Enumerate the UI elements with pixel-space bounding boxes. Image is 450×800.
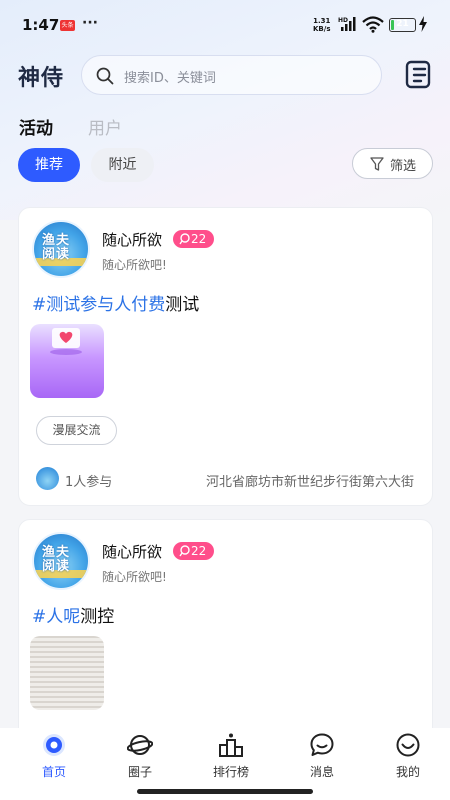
battery-level: 21 xyxy=(396,19,409,29)
heart-card-illustration xyxy=(50,328,82,355)
app-logo: 神侍 xyxy=(18,65,65,91)
post-topic[interactable]: #测试参与人付费测试 xyxy=(32,290,199,315)
nav-label-profile: 我的 xyxy=(395,765,420,779)
filter-button[interactable]: 筛选 xyxy=(352,148,433,179)
list-menu-icon[interactable] xyxy=(405,60,433,90)
search-placeholder: 搜索ID、关键词 xyxy=(124,71,216,86)
chip-nearby[interactable]: 附近 xyxy=(91,148,154,182)
level-number: 22 xyxy=(191,544,207,558)
post-image[interactable] xyxy=(30,324,104,398)
participant-count: 1人参与 xyxy=(65,475,113,490)
hashtag[interactable]: #人呢 xyxy=(32,607,80,627)
topic-text: 测试 xyxy=(165,295,200,315)
network-type-label: HD xyxy=(338,17,348,24)
nav-home[interactable]: 首页 xyxy=(24,732,84,780)
post-tag[interactable]: 漫展交流 xyxy=(36,416,117,445)
post-topic[interactable]: #人呢测控 xyxy=(32,602,114,627)
post-card[interactable]: 渔夫 阅读 随心所欲 22 随心所欲吧! #人呢测控 xyxy=(18,519,433,749)
user-bio: 随心所欲吧! xyxy=(102,570,167,584)
nav-label-circle: 圈子 xyxy=(127,765,152,779)
chat-bubble-icon xyxy=(310,733,334,756)
avatar[interactable]: 渔夫 阅读 xyxy=(32,220,90,278)
nav-circle[interactable]: 圈子 xyxy=(110,732,170,780)
level-badge: 22 xyxy=(173,230,214,248)
nav-label-messages: 消息 xyxy=(309,765,334,779)
avatar[interactable]: 渔夫 阅读 xyxy=(32,532,90,590)
filter-label: 筛选 xyxy=(390,159,417,174)
post-card[interactable]: 渔夫 阅读 随心所欲 22 随心所欲吧! #测试参与人付费测试 漫展交流 1人参与… xyxy=(18,207,433,506)
topic-text: 测控 xyxy=(80,607,115,627)
home-icon xyxy=(43,734,65,756)
avatar-image-text: 渔夫 阅读 xyxy=(42,233,71,262)
notification-badge: 头条 xyxy=(60,20,75,31)
nav-profile[interactable]: 我的 xyxy=(378,732,438,780)
nav-messages[interactable]: 消息 xyxy=(292,732,352,780)
signal-icon: HD xyxy=(338,17,356,31)
user-bio: 随心所欲吧! xyxy=(102,258,167,272)
username[interactable]: 随心所欲 xyxy=(102,541,162,562)
level-icon xyxy=(179,233,190,245)
status-time: 1:47 xyxy=(22,16,60,34)
level-number: 22 xyxy=(191,232,207,246)
podium-icon xyxy=(219,733,243,757)
nav-label-ranking: 排行榜 xyxy=(212,765,249,779)
planet-icon xyxy=(127,735,153,755)
wifi-icon xyxy=(362,16,384,33)
level-icon xyxy=(179,545,190,557)
hashtag[interactable]: #测试参与人付费 xyxy=(32,295,165,315)
network-speed-value: 1.31 xyxy=(313,17,331,25)
nav-label-home: 首页 xyxy=(41,765,66,779)
search-icon xyxy=(96,67,114,85)
funnel-icon xyxy=(370,157,384,171)
smiley-face-icon xyxy=(396,733,420,757)
network-speed: 1.31 KB/s xyxy=(313,17,330,33)
charging-icon xyxy=(419,16,427,32)
post-location: 河北省廊坊市新世纪步行街第六大街 xyxy=(205,475,414,490)
avatar-image-text: 渔夫 阅读 xyxy=(42,545,71,574)
search-input[interactable]: 搜索ID、关键词 xyxy=(81,55,382,95)
nav-ranking[interactable]: 排行榜 xyxy=(201,732,261,780)
network-speed-unit: KB/s xyxy=(313,25,331,33)
home-indicator[interactable] xyxy=(137,789,313,794)
tab-activities[interactable]: 活动 xyxy=(19,114,53,139)
level-badge: 22 xyxy=(173,542,214,560)
chip-recommended[interactable]: 推荐 xyxy=(18,148,80,182)
status-bar: 1:47 头条 ··· 1.31 KB/s HD 21 xyxy=(0,0,450,50)
tab-users[interactable]: 用户 xyxy=(88,114,122,139)
battery-icon: 21 xyxy=(389,18,416,32)
more-notifications-icon: ··· xyxy=(82,15,98,31)
participant-avatar xyxy=(36,467,59,490)
username[interactable]: 随心所欲 xyxy=(102,229,162,250)
post-image[interactable] xyxy=(30,636,104,710)
